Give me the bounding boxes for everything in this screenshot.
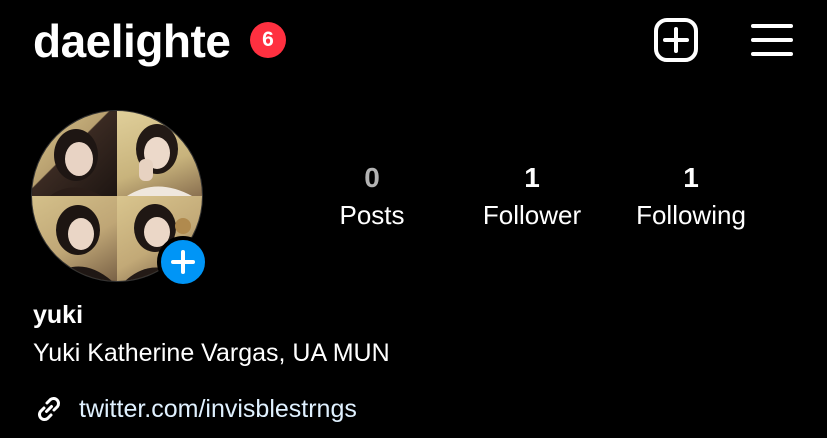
display-name: yuki — [33, 301, 84, 329]
avatar-tile — [117, 111, 202, 196]
stat-following[interactable]: 1 Following — [616, 160, 766, 232]
create-post-button[interactable] — [653, 17, 699, 63]
username-title[interactable]: daelighte — [33, 14, 231, 68]
posts-count: 0 — [364, 162, 380, 193]
following-label: Following — [636, 200, 746, 230]
followers-label: Follower — [482, 200, 582, 230]
profile-header: daelighte 6 — [0, 0, 827, 80]
stat-posts[interactable]: 0 Posts — [297, 160, 447, 232]
following-count: 1 — [683, 162, 699, 193]
stat-followers[interactable]: 1 Follower — [457, 160, 607, 232]
posts-label: Posts — [339, 200, 405, 230]
menu-button[interactable] — [750, 20, 794, 60]
followers-count: 1 — [524, 162, 540, 193]
plus-icon — [171, 250, 195, 274]
avatar-container[interactable] — [31, 110, 209, 288]
bio-link-text[interactable]: twitter.com/invisblestrngs — [79, 394, 357, 424]
notification-badge[interactable]: 6 — [250, 22, 286, 58]
avatar-tile — [32, 111, 117, 196]
bio-link[interactable]: twitter.com/invisblestrngs — [33, 392, 357, 426]
bio-text: Yuki Katherine Vargas, UA MUN — [33, 339, 390, 367]
add-story-button[interactable] — [157, 236, 209, 288]
link-icon — [38, 397, 60, 421]
avatar-tile — [32, 196, 117, 281]
